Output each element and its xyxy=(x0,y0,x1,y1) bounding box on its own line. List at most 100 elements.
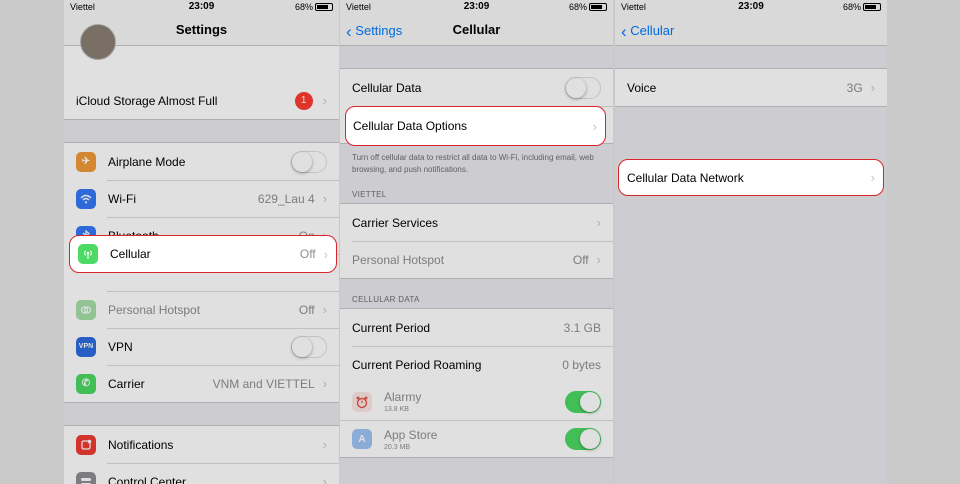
voice-label: Voice xyxy=(627,80,657,95)
cellular-data-options-row[interactable]: Cellular Data Options › xyxy=(345,106,606,146)
chevron-right-icon: › xyxy=(322,93,327,108)
airplane-icon: ✈ xyxy=(76,151,96,172)
wifi-label: Wi-Fi xyxy=(108,191,136,206)
airplane-mode-toggle[interactable] xyxy=(291,150,327,173)
current-period-value: 3.1 GB xyxy=(563,320,601,335)
chevron-right-icon: › xyxy=(322,437,327,452)
cellular-data-options-label: Cellular Data Options xyxy=(353,119,468,133)
airplane-mode-label: Airplane Mode xyxy=(108,154,186,169)
battery-percent: 68% xyxy=(842,2,861,12)
antenna-icon xyxy=(78,244,98,264)
cellular-data-network-label: Cellular Data Network xyxy=(627,170,744,185)
apple-id-row[interactable] xyxy=(64,24,339,82)
battery-indicator: 68% xyxy=(843,2,881,12)
chevron-right-icon: › xyxy=(870,80,875,95)
notifications-label: Notifications xyxy=(108,437,174,452)
cellular-row[interactable]: Cellular Off › xyxy=(69,235,337,273)
battery-icon xyxy=(589,3,607,11)
control-center-label: Control Center xyxy=(108,474,187,484)
cellular-data-network-row[interactable]: Cellular Data Network › xyxy=(618,159,884,196)
nav-bar: ‹ Settings Cellular xyxy=(340,14,613,46)
wifi-icon xyxy=(76,188,96,209)
notifications-row[interactable]: Notifications › xyxy=(64,426,339,463)
cellular-data-toggle[interactable] xyxy=(565,76,601,99)
back-button[interactable]: ‹ Cellular xyxy=(621,22,674,42)
chevron-left-icon: ‹ xyxy=(621,22,627,41)
section-header-cellular-data: CELLULAR DATA xyxy=(352,295,420,304)
personal-hotspot-value: Off xyxy=(298,302,315,317)
wifi-row[interactable]: Wi-Fi 629_Lau 4 › xyxy=(64,180,339,217)
chevron-right-icon: › xyxy=(870,170,875,185)
alarm-clock-icon xyxy=(352,391,372,412)
section-header-viettel: VIETTEL xyxy=(352,190,387,199)
chevron-right-icon: › xyxy=(322,376,327,391)
personal-hotspot-value: Off xyxy=(572,252,589,267)
cellular-value: Off xyxy=(299,247,316,261)
vpn-toggle[interactable] xyxy=(291,335,327,358)
app-row-alarmy: Alarmy 13.8 KB xyxy=(340,383,613,420)
chevron-right-icon: › xyxy=(596,252,601,267)
page-title: Cellular xyxy=(452,22,501,37)
status-bar: Viettel 23:09 68% xyxy=(340,0,613,14)
app-name: Alarmy xyxy=(384,390,422,404)
battery-indicator: 68% xyxy=(295,2,333,12)
personal-hotspot-label: Personal Hotspot xyxy=(108,302,201,317)
back-label: Cellular xyxy=(630,23,675,38)
battery-indicator: 68% xyxy=(569,2,607,12)
carrier-row[interactable]: ✆ Carrier VNM and VIETTEL › xyxy=(64,365,339,402)
cellular-screen: Viettel 23:09 68% ‹ Settings Cellular Ce… xyxy=(340,0,613,484)
icloud-storage-label: iCloud Storage Almost Full xyxy=(76,93,218,108)
voice-row[interactable]: Voice 3G › xyxy=(615,69,887,106)
avatar xyxy=(80,24,116,60)
vpn-icon: VPN xyxy=(76,336,96,357)
app-data-size: 20.3 MB xyxy=(384,443,411,451)
phone-icon: ✆ xyxy=(76,373,96,394)
cellular-data-options-screen: Viettel 23:09 68% ‹ Cellular Voice 3G › xyxy=(615,0,887,484)
personal-hotspot-row: Personal Hotspot Off › xyxy=(340,241,613,278)
current-period-roaming-row: Current Period Roaming 0 bytes xyxy=(340,346,613,383)
nav-bar: ‹ Cellular xyxy=(615,14,887,46)
battery-percent: 68% xyxy=(568,2,587,12)
app-row-app-store: A App Store 20.3 MB xyxy=(340,420,613,457)
cellular-data-label: Cellular Data xyxy=(352,80,422,95)
chevron-right-icon: › xyxy=(596,215,601,230)
battery-icon xyxy=(315,3,333,11)
airplane-mode-row[interactable]: ✈ Airplane Mode xyxy=(64,143,339,180)
carrier-value: VNM and VIETTEL xyxy=(212,376,315,391)
chevron-right-icon: › xyxy=(322,474,327,484)
chevron-right-icon: › xyxy=(323,246,328,262)
current-period-row: Current Period 3.1 GB xyxy=(340,309,613,346)
cellular-data-row[interactable]: Cellular Data xyxy=(340,69,613,106)
alarmy-cellular-toggle[interactable] xyxy=(565,390,601,413)
control-center-row[interactable]: Control Center › xyxy=(64,463,339,484)
current-period-label: Current Period xyxy=(352,320,431,335)
icloud-storage-row[interactable]: iCloud Storage Almost Full 1 › xyxy=(64,82,339,119)
chevron-right-icon: › xyxy=(592,118,597,134)
app-data-size: 13.8 KB xyxy=(384,406,409,413)
app-store-icon: A xyxy=(352,429,372,449)
notifications-icon xyxy=(76,434,96,455)
battery-percent: 68% xyxy=(294,2,313,12)
personal-hotspot-label: Personal Hotspot xyxy=(352,252,445,267)
carrier-services-row[interactable]: Carrier Services › xyxy=(340,204,613,241)
wifi-value: 629_Lau 4 xyxy=(257,191,315,206)
control-center-icon xyxy=(76,471,96,484)
status-bar: Viettel 23:09 68% xyxy=(615,0,887,14)
hotspot-icon xyxy=(76,299,96,320)
cellular-footer-note: Turn off cellular data to restrict all d… xyxy=(352,153,594,174)
current-period-roaming-value: 0 bytes xyxy=(562,357,601,372)
cellular-label: Cellular xyxy=(110,247,151,261)
chevron-right-icon: › xyxy=(322,302,327,317)
current-period-roaming-label: Current Period Roaming xyxy=(352,357,482,372)
vpn-row[interactable]: VPN VPN xyxy=(64,328,339,365)
app-store-cellular-toggle[interactable] xyxy=(565,428,601,450)
carrier-label: Carrier xyxy=(108,376,145,391)
carrier-services-label: Carrier Services xyxy=(352,215,439,230)
app-name: App Store xyxy=(384,427,438,442)
vpn-label: VPN xyxy=(108,339,133,354)
status-bar: Viettel 23:09 68% xyxy=(64,0,339,14)
voice-value: 3G xyxy=(846,80,863,95)
personal-hotspot-row: Personal Hotspot Off › xyxy=(64,291,339,328)
battery-icon xyxy=(863,3,881,11)
notification-badge: 1 xyxy=(294,91,313,110)
